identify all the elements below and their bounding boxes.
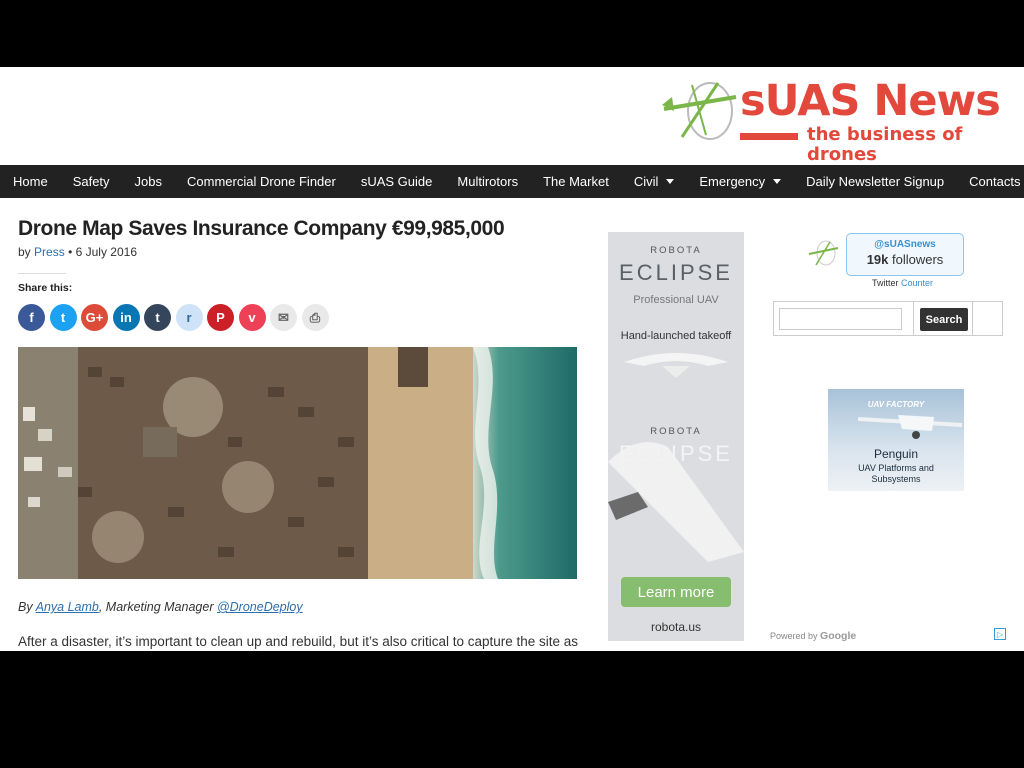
logo-underline: [740, 133, 798, 140]
ad-feature: Hand-launched takeoff: [620, 330, 732, 342]
ad-brand-top: ROBOTA: [650, 245, 702, 256]
nav-item-home[interactable]: Home: [13, 174, 48, 189]
google-plus-share-icon[interactable]: G+: [81, 304, 108, 331]
chevron-down-icon: [666, 179, 675, 184]
main-nav: Home Safety Jobs Commercial Drone Finder sUA…: [0, 165, 1024, 198]
nav-item-daily-newsletter-signup[interactable]: Daily Newsletter Signup: [806, 174, 944, 189]
search-divider: [913, 302, 914, 335]
powered-by-google: Powered by Google: [770, 630, 856, 642]
penguin-ad-line2: Subsystems: [871, 474, 921, 484]
ad-url: robota.us: [650, 620, 702, 634]
twitter-follower-count: 19k: [866, 252, 889, 267]
twitter-footer-left: Twitter: [872, 278, 899, 288]
nav-item-suas-guide[interactable]: sUAS Guide: [361, 174, 433, 189]
powered-by-brand: Google: [820, 630, 857, 642]
pocket-share-icon[interactable]: v: [238, 304, 266, 331]
nav-item-label: Safety: [72, 174, 110, 189]
print-share-icon[interactable]: ⎙: [301, 304, 329, 331]
nav-item-label: Jobs: [134, 174, 163, 189]
logo-tagline: the business of drones: [807, 124, 963, 165]
nav-item-the-market[interactable]: The Market: [543, 174, 609, 189]
ad-learn-more-button[interactable]: Learn more: [621, 577, 731, 607]
nav-item-label: Contacts: [969, 174, 1021, 189]
credit-handle-link[interactable]: @DroneDeploy: [217, 600, 303, 614]
powered-by-prefix: Powered by: [770, 631, 818, 641]
nav-item-label: Emergency: [699, 174, 766, 189]
site-header: sUAS News the business of drones: [0, 67, 1024, 165]
email-share-icon[interactable]: ✉: [270, 304, 297, 331]
browser-viewport: sUAS News the business of drones Home Saf…: [0, 67, 1024, 651]
nav-item-contacts[interactable]: Contacts: [969, 174, 1024, 189]
nav-item-safety[interactable]: Safety: [73, 174, 110, 189]
drone-logo-icon: [662, 82, 737, 140]
article: Drone Map Saves Insurance Company €99,98…: [18, 207, 583, 649]
ad-product-top: ECLIPSE: [619, 260, 733, 285]
penguin-ad-line1: UAV Platforms and: [858, 463, 934, 473]
twitter-followers: 19k followers: [847, 252, 963, 267]
nav-item-label: Civil: [633, 174, 659, 189]
nav-item-label: Commercial Drone Finder: [187, 174, 336, 189]
search-divider-right: [972, 302, 973, 335]
search-widget: Search: [773, 301, 1003, 336]
nav-item-emergency[interactable]: Emergency: [699, 174, 782, 189]
article-credit: By Anya Lamb, Marketing Manager @DroneDe…: [18, 600, 583, 614]
robota-ad[interactable]: ROBOTA ECLIPSE Professional UAV Hand-lau…: [608, 232, 744, 641]
twitter-footer-right: Counter: [901, 278, 934, 288]
linkedin-share-icon[interactable]: in: [112, 304, 140, 331]
twitter-handle: @sUASnews: [874, 239, 936, 250]
byline-by: by: [18, 245, 31, 259]
twitter-followers-label: followers: [892, 252, 944, 267]
author-link[interactable]: Press: [34, 245, 65, 259]
site-logo[interactable]: sUAS News the business of drones: [662, 75, 1012, 165]
share-label: Share this:: [18, 273, 72, 294]
penguin-uav-icon: [858, 415, 962, 439]
nav-item-jobs[interactable]: Jobs: [135, 174, 162, 189]
article-body-paragraph: After a disaster, it’s important to clea…: [18, 634, 579, 649]
twitter-bubble[interactable]: @sUASnews 19k followers: [846, 233, 964, 276]
credit-role: , Marketing Manager: [98, 600, 214, 614]
penguin-ad-title: Penguin: [873, 447, 919, 461]
twitter-counter-footer: Twitter Counter: [872, 278, 933, 288]
credit-author-link[interactable]: Anya Lamb: [36, 600, 99, 614]
nav-item-commercial-drone-finder[interactable]: Commercial Drone Finder: [187, 174, 336, 189]
chevron-down-icon: [773, 179, 782, 184]
twitter-share-icon[interactable]: t: [49, 304, 77, 331]
nav-item-civil[interactable]: Civil: [634, 174, 675, 189]
nav-item-label: The Market: [543, 174, 609, 189]
drone-logo-small-icon: [808, 240, 839, 266]
twitter-counter-widget[interactable]: @sUASnews 19k followers Twitter Counter: [808, 233, 968, 293]
search-input[interactable]: [779, 308, 902, 330]
ad-subtitle: Professional UAV: [633, 294, 719, 306]
nav-item-label: Daily Newsletter Signup: [806, 174, 945, 189]
reddit-share-icon[interactable]: r: [175, 304, 203, 331]
nav-item-label: Home: [13, 174, 48, 189]
ad-drone-fuselage-icon: [608, 442, 744, 562]
search-button[interactable]: Search: [920, 308, 968, 331]
ad-drone-wing-icon: [624, 353, 728, 378]
penguin-ad[interactable]: UAV FACTORY Penguin UAV Platforms and Su…: [828, 389, 964, 491]
article-hero-image[interactable]: [18, 347, 577, 579]
article-date: 6 July 2016: [75, 245, 137, 259]
facebook-share-icon[interactable]: f: [18, 304, 45, 331]
byline-separator: •: [68, 245, 73, 259]
logo-title: sUAS News: [740, 76, 1001, 126]
nav-item-multirotors[interactable]: Multirotors: [457, 174, 518, 189]
share-buttons: f t G+ in t r Pv ✉ ⎙: [18, 304, 583, 331]
adchoices-icon[interactable]: ▷: [994, 628, 1006, 640]
nav-item-label: Multirotors: [457, 174, 519, 189]
credit-prefix: By: [18, 600, 33, 614]
nav-item-label: sUAS Guide: [360, 174, 433, 189]
aerial-site-image: [18, 347, 577, 579]
pinterest-share-icon[interactable]: P: [207, 304, 234, 331]
tumblr-share-icon[interactable]: t: [144, 304, 171, 331]
